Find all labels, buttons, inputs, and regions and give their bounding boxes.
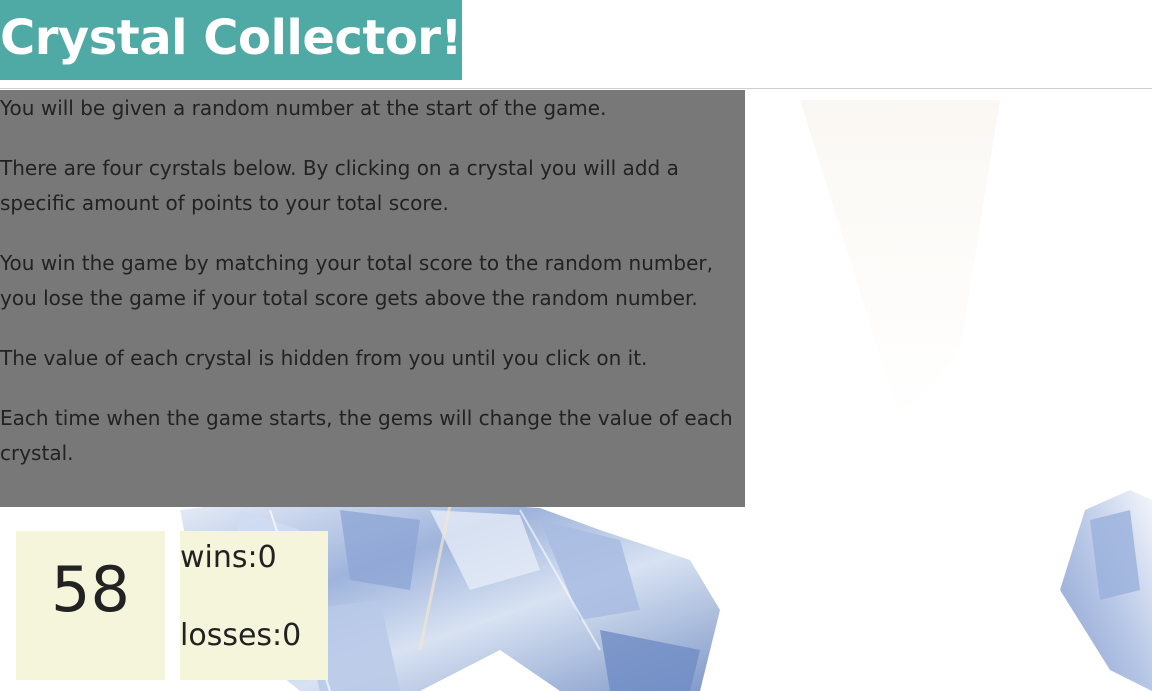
instruction-paragraph: There are four cyrstals below. By clicki… (0, 156, 679, 215)
stats-box: wins:0 losses:0 (180, 531, 328, 680)
instructions-panel: You will be given a random number at the… (0, 90, 745, 507)
losses-counter: losses:0 (180, 618, 302, 653)
random-number-box: 58 (16, 531, 165, 680)
title-bar: Crystal Collector! (0, 0, 1152, 89)
page-title: Crystal Collector! (0, 0, 462, 80)
wins-counter: wins:0 (180, 540, 277, 575)
instruction-paragraph: You win the game by matching your total … (0, 251, 713, 310)
instruction-paragraph: Each time when the game starts, the gems… (0, 406, 733, 465)
game-page: Crystal Collector! You will be given a r… (0, 0, 1152, 691)
instruction-paragraph: You will be given a random number at the… (0, 96, 607, 120)
instruction-paragraph: The value of each crystal is hidden from… (0, 346, 648, 370)
random-number: 58 (51, 553, 130, 626)
